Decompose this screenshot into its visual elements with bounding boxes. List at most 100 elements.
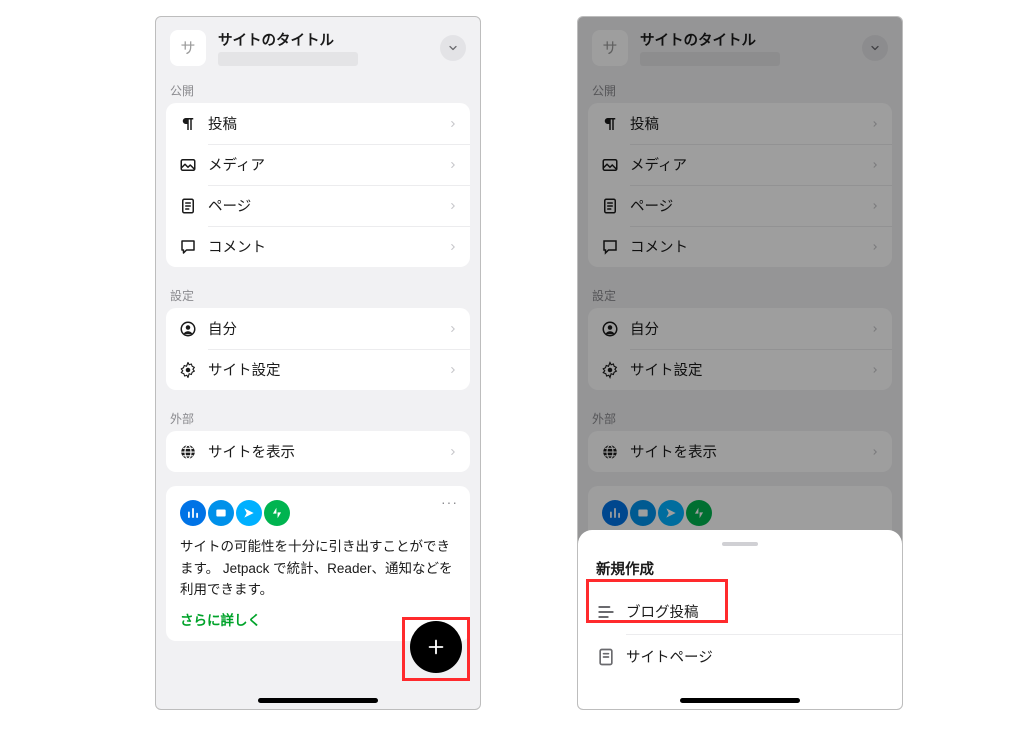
- pages-icon: [178, 196, 198, 216]
- phone-screen-right: サ サイトのタイトル 公開 投稿 メディア: [577, 16, 903, 710]
- jetpack-icon: [264, 500, 290, 526]
- chevron-right-icon: [870, 363, 880, 377]
- group-publish: 投稿 メディア ページ コメント: [588, 103, 892, 267]
- chevron-right-icon: [448, 199, 458, 213]
- menu-posts[interactable]: 投稿: [166, 103, 470, 144]
- home-indicator: [258, 698, 378, 703]
- chevron-right-icon: [870, 322, 880, 336]
- jetpack-icon: [686, 500, 712, 526]
- menu-me: 自分: [588, 308, 892, 349]
- menu-me[interactable]: 自分: [166, 308, 470, 349]
- user-icon: [600, 319, 620, 339]
- sheet-title: 新規作成: [578, 558, 902, 589]
- user-icon: [178, 319, 198, 339]
- menu-pages: ページ: [588, 185, 892, 226]
- menu-media: メディア: [588, 144, 892, 185]
- gear-icon: [600, 360, 620, 380]
- sheet-item-label: ブログ投稿: [626, 601, 884, 622]
- section-label-publish: 公開: [156, 76, 480, 103]
- page-icon: [596, 647, 616, 667]
- menu-label: メディア: [630, 154, 870, 175]
- menu-view-site[interactable]: サイトを表示: [166, 431, 470, 472]
- create-bottom-sheet: 新規作成 ブログ投稿 サイトページ: [578, 530, 902, 709]
- menu-site-settings: サイト設定: [588, 349, 892, 390]
- reader-icon: [658, 500, 684, 526]
- menu-label: ページ: [630, 195, 870, 216]
- promo-icon-row: [602, 500, 878, 526]
- chevron-right-icon: [870, 158, 880, 172]
- reader-icon: [236, 500, 262, 526]
- site-subtitle-placeholder: [218, 52, 358, 66]
- menu-label: サイトを表示: [208, 441, 448, 462]
- menu-comments: コメント: [588, 226, 892, 267]
- home-indicator: [680, 698, 800, 703]
- site-subtitle-placeholder: [640, 52, 780, 66]
- menu-label: 自分: [630, 318, 870, 339]
- menu-media[interactable]: メディア: [166, 144, 470, 185]
- pilcrow-icon: [600, 114, 620, 134]
- jetpack-promo-card: ··· サイトの可能性を十分に引き出すことができます。 Jetpack で統計、…: [166, 486, 470, 641]
- site-header: サ サイトのタイトル: [156, 17, 480, 76]
- site-avatar: サ: [592, 30, 628, 66]
- chevron-right-icon: [448, 363, 458, 377]
- section-label-external: 外部: [578, 404, 902, 431]
- chevron-down-icon: [447, 42, 459, 54]
- site-avatar-letter: サ: [602, 37, 617, 58]
- sheet-item-blog-post[interactable]: ブログ投稿: [578, 589, 902, 634]
- menu-label: 投稿: [208, 113, 448, 134]
- site-avatar[interactable]: サ: [170, 30, 206, 66]
- chevron-right-icon: [448, 322, 458, 336]
- menu-label: サイト設定: [630, 359, 870, 380]
- promo-learn-more-link[interactable]: さらに詳しく: [180, 609, 456, 629]
- chevron-right-icon: [870, 445, 880, 459]
- group-external: サイトを表示: [588, 431, 892, 472]
- group-settings: 自分 サイト設定: [588, 308, 892, 390]
- chevron-right-icon: [870, 199, 880, 213]
- image-icon: [178, 155, 198, 175]
- menu-comments[interactable]: コメント: [166, 226, 470, 267]
- more-icon[interactable]: ···: [441, 494, 458, 510]
- menu-label: 投稿: [630, 113, 870, 134]
- promo-text: サイトの可能性を十分に引き出すことができます。 Jetpack で統計、Read…: [180, 536, 456, 601]
- site-switcher-button: [862, 35, 888, 61]
- pilcrow-icon: [178, 114, 198, 134]
- menu-label: 自分: [208, 318, 448, 339]
- phone-screen-left: サ サイトのタイトル 公開 投稿 メディア: [155, 16, 481, 710]
- image-icon: [600, 155, 620, 175]
- menu-site-settings[interactable]: サイト設定: [166, 349, 470, 390]
- chevron-down-icon: [869, 42, 881, 54]
- site-title: サイトのタイトル: [640, 29, 862, 50]
- comment-icon: [178, 237, 198, 257]
- chevron-right-icon: [448, 445, 458, 459]
- group-publish: 投稿 メディア ページ コメント: [166, 103, 470, 267]
- chevron-right-icon: [448, 158, 458, 172]
- stats-icon: [180, 500, 206, 526]
- menu-pages[interactable]: ページ: [166, 185, 470, 226]
- menu-posts: 投稿: [588, 103, 892, 144]
- fab-create-button[interactable]: [410, 621, 462, 673]
- card-icon: [208, 500, 234, 526]
- site-header: サ サイトのタイトル: [578, 17, 902, 76]
- site-switcher-button[interactable]: [440, 35, 466, 61]
- site-avatar-letter: サ: [180, 37, 195, 58]
- globe-icon: [600, 442, 620, 462]
- pages-icon: [600, 196, 620, 216]
- menu-label: コメント: [630, 236, 870, 257]
- chevron-right-icon: [448, 117, 458, 131]
- group-external: サイトを表示: [166, 431, 470, 472]
- chevron-right-icon: [448, 240, 458, 254]
- comment-icon: [600, 237, 620, 257]
- menu-label: サイト設定: [208, 359, 448, 380]
- section-label-external: 外部: [156, 404, 480, 431]
- sheet-drag-handle[interactable]: [722, 542, 758, 546]
- post-icon: [596, 602, 616, 622]
- site-title: サイトのタイトル: [218, 29, 440, 50]
- menu-label: ページ: [208, 195, 448, 216]
- globe-icon: [178, 442, 198, 462]
- promo-icon-row: [180, 500, 456, 526]
- sheet-item-site-page[interactable]: サイトページ: [578, 634, 902, 679]
- menu-view-site: サイトを表示: [588, 431, 892, 472]
- menu-label: メディア: [208, 154, 448, 175]
- stats-icon: [602, 500, 628, 526]
- chevron-right-icon: [870, 117, 880, 131]
